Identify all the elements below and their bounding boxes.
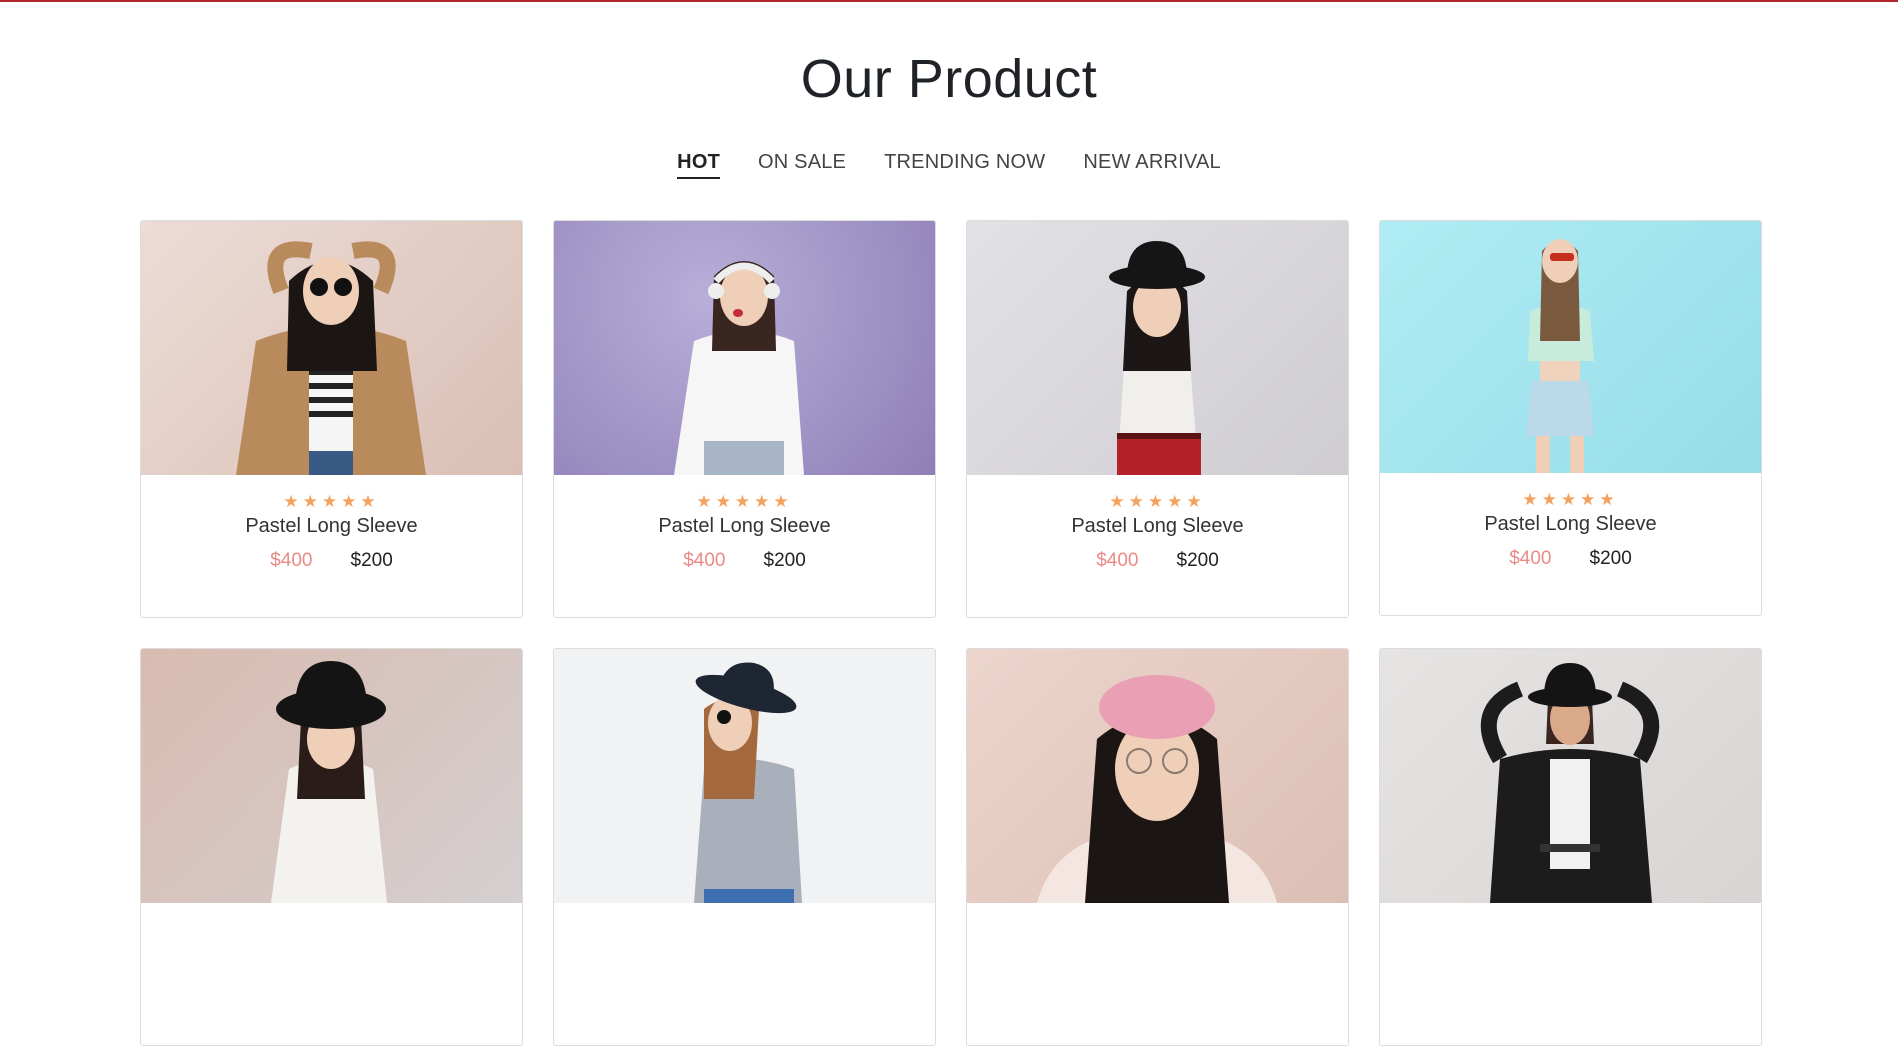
old-price: $400 [1096, 550, 1139, 571]
product-photo[interactable] [141, 649, 522, 903]
product-card[interactable]: ★★★★★ Pastel Long Sleeve $400 $200 [966, 220, 1349, 618]
product-name[interactable]: Pastel Long Sleeve [967, 515, 1348, 538]
product-photo[interactable] [554, 649, 935, 903]
section-title: Our Product [800, 49, 1098, 109]
model-illustration [694, 662, 802, 903]
model-illustration [236, 241, 426, 475]
product-photo[interactable] [141, 221, 522, 475]
sale-price: $200 [763, 550, 806, 571]
rating-stars: ★★★★★ [283, 492, 380, 511]
tab-trending-now[interactable]: TRENDING NOW [884, 151, 1045, 179]
model-illustration [1526, 239, 1594, 473]
product-photo[interactable] [967, 649, 1348, 903]
product-card[interactable]: ★★★★★ Pastel Long Sleeve $400 $200 [1379, 220, 1762, 616]
model-illustration [1109, 241, 1205, 475]
rating-stars: ★★★★★ [696, 492, 793, 511]
sale-price: $200 [350, 550, 393, 571]
old-price: $400 [683, 550, 726, 571]
tab-new-arrival[interactable]: NEW ARRIVAL [1083, 151, 1220, 179]
top-accent-line [0, 0, 1898, 2]
rating-stars: ★★★★★ [1109, 492, 1206, 511]
old-price: $400 [270, 550, 313, 571]
product-grid: ★★★★★ Pastel Long Sleeve $400 $200 ★★★★★… [140, 220, 1763, 1046]
model-illustration [271, 661, 387, 903]
product-card[interactable] [1379, 648, 1762, 1046]
product-photo[interactable] [1380, 221, 1761, 473]
model-illustration [1037, 675, 1277, 903]
product-photo[interactable] [1380, 649, 1761, 903]
sale-price: $200 [1589, 548, 1632, 569]
product-card[interactable] [140, 648, 523, 1046]
product-card[interactable] [966, 648, 1349, 1046]
tab-on-sale[interactable]: ON SALE [758, 151, 846, 179]
product-name[interactable]: Pastel Long Sleeve [141, 515, 522, 538]
model-illustration [1480, 663, 1660, 903]
rating-stars: ★★★★★ [1522, 490, 1619, 509]
old-price: $400 [1509, 548, 1552, 569]
product-card[interactable] [553, 648, 936, 1046]
product-card[interactable]: ★★★★★ Pastel Long Sleeve $400 $200 [140, 220, 523, 618]
product-name[interactable]: Pastel Long Sleeve [1380, 513, 1761, 536]
product-card[interactable]: ★★★★★ Pastel Long Sleeve $400 $200 [553, 220, 936, 618]
sale-price: $200 [1176, 550, 1219, 571]
model-illustration [674, 261, 804, 475]
product-photo[interactable] [967, 221, 1348, 475]
product-tabs: HOT ON SALE TRENDING NOW NEW ARRIVAL [0, 151, 1898, 179]
product-name[interactable]: Pastel Long Sleeve [554, 515, 935, 538]
product-photo[interactable] [554, 221, 935, 475]
tab-hot[interactable]: HOT [677, 151, 720, 179]
